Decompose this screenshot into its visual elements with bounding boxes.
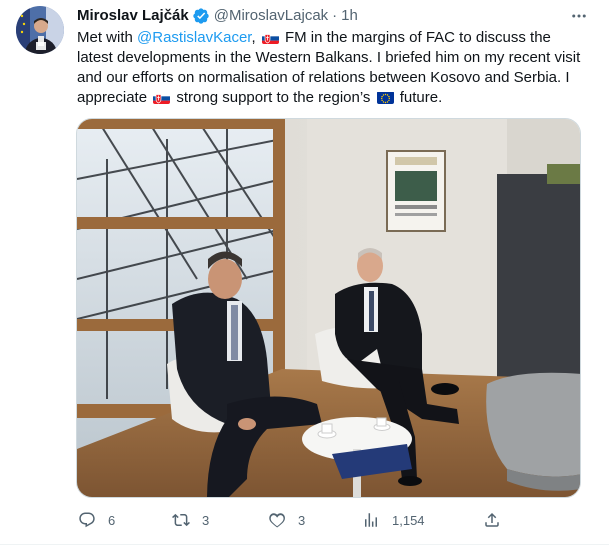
retweet-icon [172,513,190,527]
tweet[interactable]: Miroslav Lajčák @MiroslavLajcak · 1h Met… [0,0,609,545]
retweet-count: 3 [202,512,210,528]
slovakia-flag-icon [261,31,279,44]
tweet-content: Miroslav Lajčák @MiroslavLajcak · 1h Met… [77,6,591,108]
view-count: 1,154 [392,512,425,528]
eu-flag-icon [376,91,394,104]
slovakia-flag-icon [153,91,171,104]
like-count: 3 [298,512,306,528]
text-part: , [251,29,260,46]
reply-button[interactable]: 6 [78,511,115,529]
share-icon [485,512,499,527]
retweet-button[interactable]: 3 [172,511,209,529]
author-handle[interactable]: @MiroslavLajcak [214,6,328,26]
author-name[interactable]: Miroslav Lajčák [77,6,189,26]
tweet-text: Met with @RastislavKacer, FM in the marg… [77,28,589,108]
tweet-photo[interactable] [76,118,581,498]
photo-image [77,119,580,497]
separator-dot: · [332,7,338,24]
timestamp[interactable]: 1h [341,6,358,26]
avatar[interactable] [16,6,64,54]
text-part: future. [395,89,443,106]
tweet-actions: 6 3 3 1,154 [72,508,502,532]
text-part: strong support to the region’s [172,89,375,106]
heart-icon [269,513,285,528]
share-button[interactable] [483,511,501,529]
views-button[interactable]: 1,154 [362,511,425,529]
avatar-image [16,6,64,54]
mention-link[interactable]: @RastislavKacer [137,29,251,46]
tweet-header: Miroslav Lajčák @MiroslavLajcak · 1h [77,6,591,26]
verified-badge-icon [192,7,210,25]
like-button[interactable]: 3 [268,511,305,529]
views-chart-icon [365,513,377,527]
text-part: Met with [77,29,138,46]
reply-count: 6 [108,512,116,528]
more-options-icon[interactable] [569,6,589,26]
reply-icon [79,512,95,528]
